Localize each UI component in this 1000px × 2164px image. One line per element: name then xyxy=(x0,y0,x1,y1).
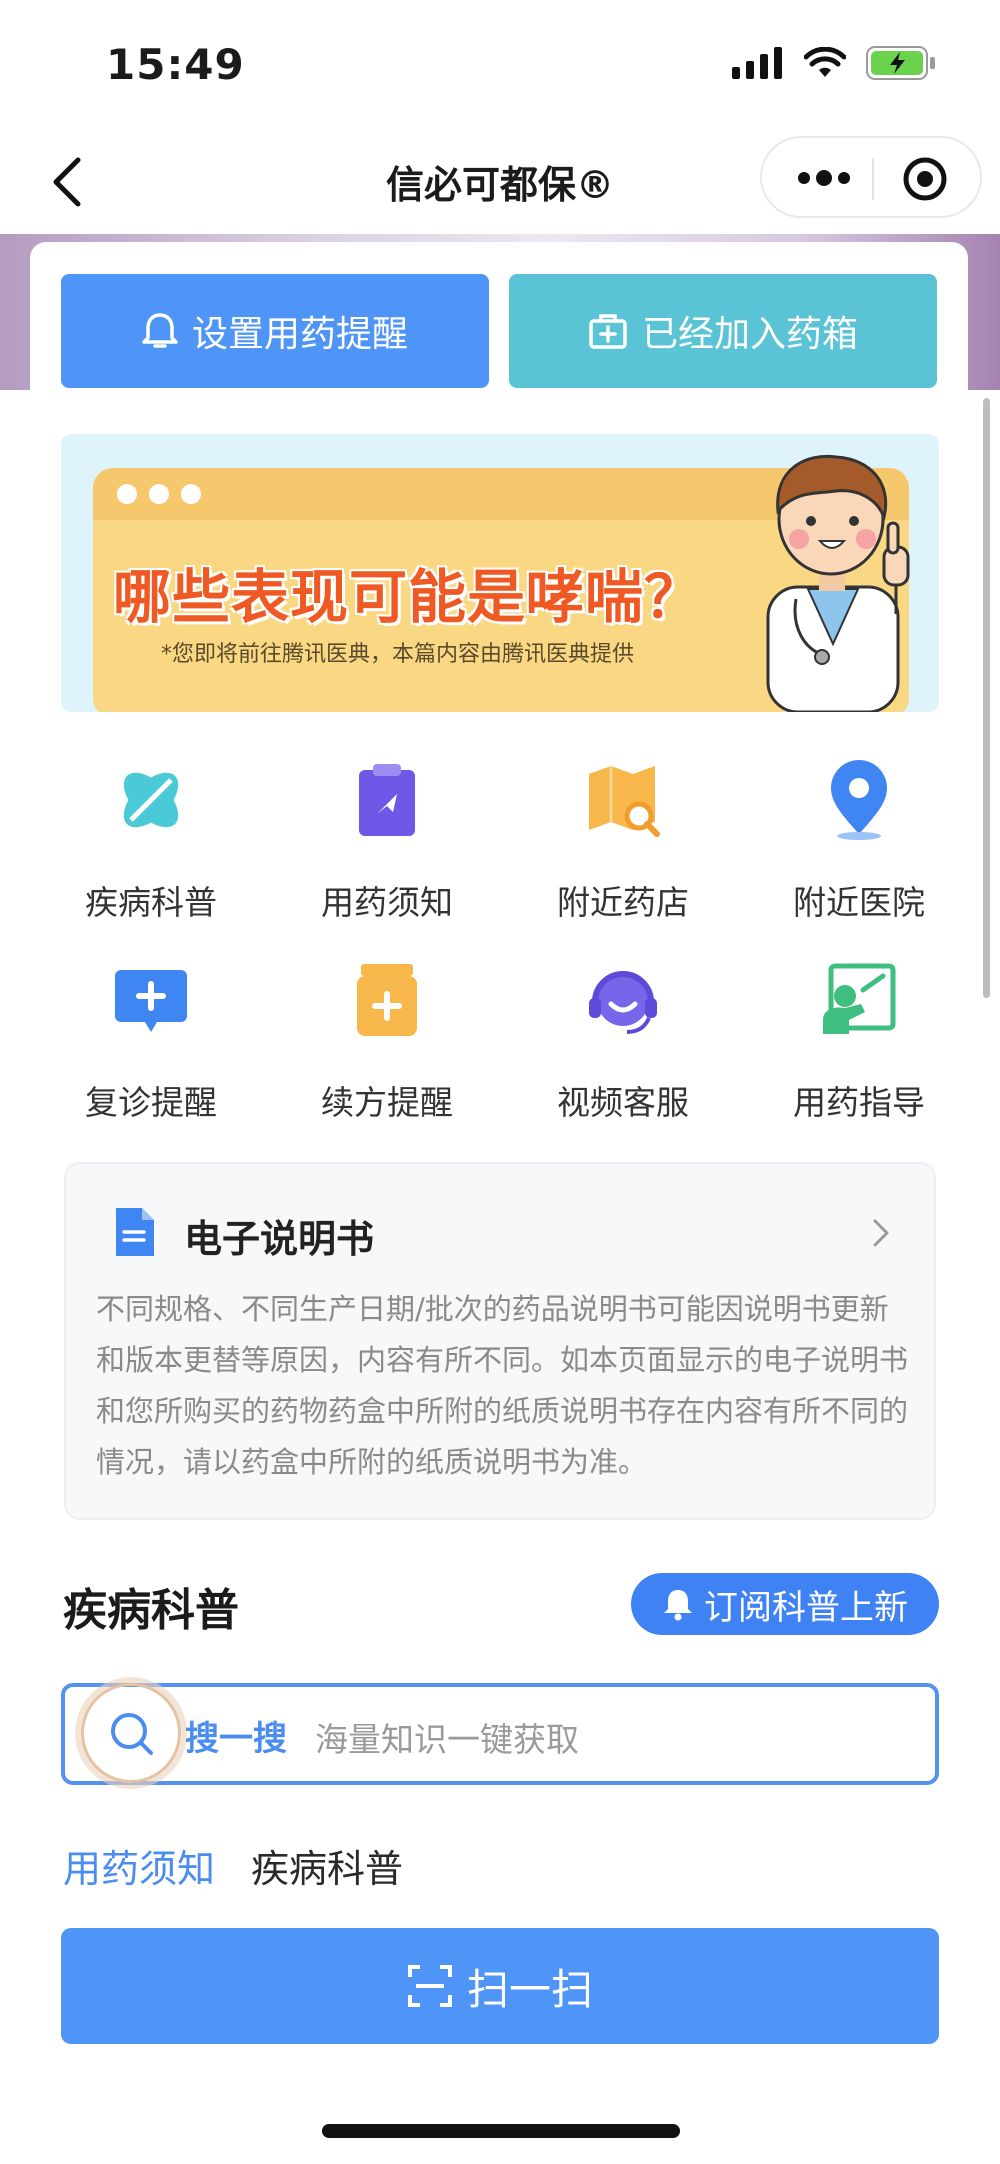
grid-item-medication-notes[interactable]: 用药须知 xyxy=(287,760,487,930)
set-reminder-label: 设置用药提醒 xyxy=(191,314,408,355)
subscribe-label: 订阅科普上新 xyxy=(704,1587,908,1628)
added-to-medicine-box-button[interactable]: 已经加入药箱 xyxy=(509,274,937,388)
capsule-divider xyxy=(872,158,874,200)
medication-notes-icon xyxy=(359,764,415,836)
status-bar: 15:49 xyxy=(0,0,1000,130)
tab-medication-notes[interactable]: 用药须知 xyxy=(63,1838,215,1893)
manual-title: 电子说明书 xyxy=(184,1217,375,1261)
grid-label: 附近药店 xyxy=(557,883,689,922)
grid-item-refill-reminder[interactable]: 续方提醒 xyxy=(287,960,487,1130)
more-icon[interactable] xyxy=(792,162,856,194)
grid-label: 附近医院 xyxy=(793,883,925,922)
added-to-medicine-box-label: 已经加入药箱 xyxy=(641,314,858,355)
search-input[interactable]: 搜一搜 海量知识一键获取 xyxy=(61,1683,939,1785)
grid-item-nearby-hospital[interactable]: 附近医院 xyxy=(759,760,959,930)
scan-button[interactable]: 扫一扫 xyxy=(61,1928,939,2044)
grid-label: 视频客服 xyxy=(557,1083,689,1122)
grid-item-medication-guide[interactable]: 用药指导 xyxy=(759,960,959,1130)
disease-science-icon xyxy=(123,772,179,828)
section-title: 疾病科普 xyxy=(63,1585,239,1636)
grid-label: 复诊提醒 xyxy=(85,1083,217,1122)
banner-title: 哪些表现可能是哮喘？ xyxy=(113,563,704,631)
followup-reminder-icon xyxy=(115,970,187,1032)
scrollbar[interactable] xyxy=(983,398,990,998)
bell-icon xyxy=(142,313,178,348)
grid-label: 用药指导 xyxy=(793,1083,925,1122)
banner-dot xyxy=(181,484,201,504)
doctor-illustration xyxy=(766,454,910,712)
search-placeholder: 海量知识一键获取 xyxy=(315,1720,579,1759)
nearby-pharmacy-icon xyxy=(589,766,660,837)
set-reminder-button[interactable]: 设置用药提醒 xyxy=(61,274,489,388)
tab-disease-science[interactable]: 疾病科普 xyxy=(251,1838,403,1893)
close-target-icon[interactable] xyxy=(902,156,948,202)
grid-label: 疾病科普 xyxy=(85,883,217,922)
scan-label: 扫一扫 xyxy=(466,1964,593,2014)
manual-description: 不同规格、不同生产日期/批次的药品说明书可能因说明书更新和版本更替等原因，内容有… xyxy=(96,1292,909,1479)
bell-icon xyxy=(664,1590,692,1621)
grid-item-disease-science[interactable]: 疾病科普 xyxy=(51,760,251,930)
grid-item-followup-reminder[interactable]: 复诊提醒 xyxy=(51,960,251,1130)
asthma-banner[interactable]: 哪些表现可能是哮喘？ *您即将前往腾讯医典，本篇内容由腾讯医典提供 xyxy=(61,434,939,712)
home-indicator[interactable] xyxy=(322,2124,680,2138)
video-support-icon xyxy=(589,971,657,1034)
subscribe-updates-button[interactable]: 订阅科普上新 xyxy=(631,1573,939,1635)
banner-dot xyxy=(149,484,169,504)
content-tabs: 用药须知 疾病科普 xyxy=(63,1838,403,1893)
search-label: 搜一搜 xyxy=(185,1719,287,1759)
nav-bar: 信必可都保® xyxy=(0,130,1000,234)
medicine-box-icon xyxy=(589,314,627,349)
chevron-right-icon xyxy=(873,1219,889,1247)
wifi-icon xyxy=(804,47,846,77)
document-icon xyxy=(116,1208,154,1256)
banner-dot xyxy=(117,484,137,504)
signal-icon xyxy=(732,47,782,79)
battery-icon xyxy=(866,46,935,80)
nearby-hospital-icon xyxy=(831,760,887,840)
status-icons xyxy=(732,46,936,80)
scan-icon xyxy=(407,1965,452,2007)
medication-guide-icon xyxy=(823,963,896,1034)
electronic-manual-card[interactable]: 电子说明书 不同规格、不同生产日期/批次的药品说明书可能因说明书更新和版本更替等… xyxy=(64,1162,936,1520)
refill-reminder-icon xyxy=(357,964,417,1036)
grid-label: 续方提醒 xyxy=(321,1083,453,1122)
search-icon xyxy=(111,1713,153,1755)
mini-program-capsule xyxy=(760,136,982,218)
grid-item-video-support[interactable]: 视频客服 xyxy=(523,960,723,1130)
grid-label: 用药须知 xyxy=(321,883,453,922)
grid-item-nearby-pharmacy[interactable]: 附近药店 xyxy=(523,760,723,930)
banner-subtitle: *您即将前往腾讯医典，本篇内容由腾讯医典提供 xyxy=(161,642,635,667)
status-time: 15:49 xyxy=(106,40,245,89)
